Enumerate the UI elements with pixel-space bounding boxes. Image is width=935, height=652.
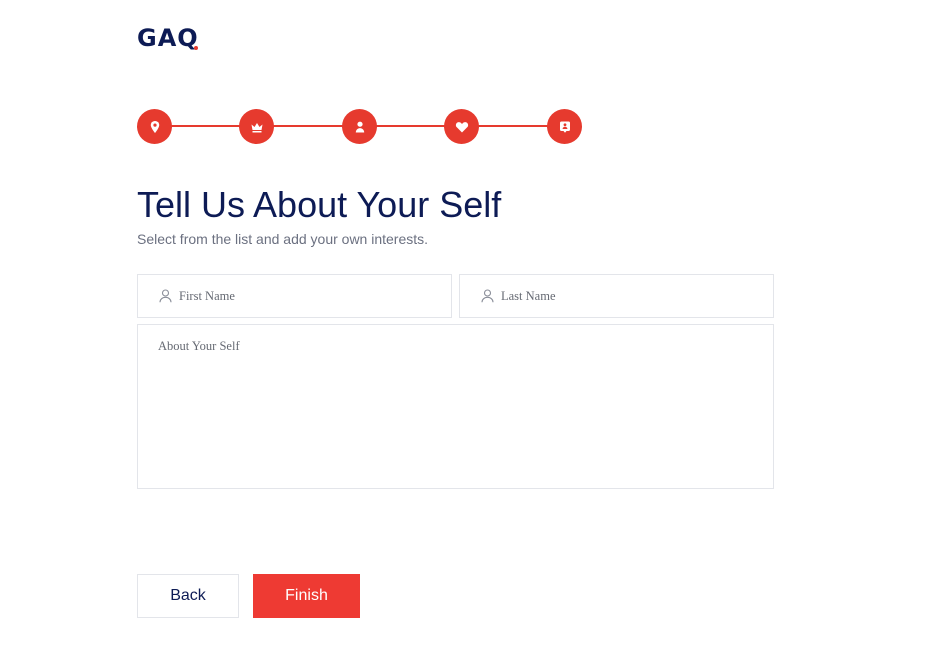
- heart-icon: [455, 121, 468, 132]
- first-name-input[interactable]: [179, 275, 429, 317]
- crown-icon: [251, 122, 262, 132]
- finish-button[interactable]: Finish: [253, 574, 360, 618]
- step-about[interactable]: [547, 109, 582, 144]
- finish-button-label: Finish: [285, 587, 328, 604]
- contact-card-icon: [559, 121, 570, 133]
- about-textarea[interactable]: [138, 325, 773, 488]
- user-icon: [355, 121, 364, 132]
- page-subtitle: Select from the list and add your own in…: [137, 231, 429, 247]
- about-field[interactable]: [137, 324, 774, 489]
- back-button-label: Back: [170, 587, 206, 604]
- last-name-field[interactable]: [459, 274, 774, 318]
- logo-text: GAQ: [137, 24, 199, 52]
- page-title: Tell Us About Your Self: [137, 184, 502, 225]
- user-outline-icon: [159, 289, 172, 303]
- logo-dot: [193, 46, 198, 50]
- progress-stepper: [137, 109, 582, 144]
- map-pin-icon: [150, 120, 159, 133]
- step-profile[interactable]: [342, 109, 377, 144]
- logo[interactable]: GAQ: [137, 24, 199, 52]
- back-button[interactable]: Back: [137, 574, 239, 618]
- step-interests[interactable]: [444, 109, 479, 144]
- step-location[interactable]: [137, 109, 172, 144]
- user-outline-icon: [481, 289, 494, 303]
- first-name-field[interactable]: [137, 274, 452, 318]
- last-name-input[interactable]: [501, 275, 751, 317]
- page: GAQ Tell Us About Your Self Select from …: [0, 0, 935, 652]
- step-premium[interactable]: [239, 109, 274, 144]
